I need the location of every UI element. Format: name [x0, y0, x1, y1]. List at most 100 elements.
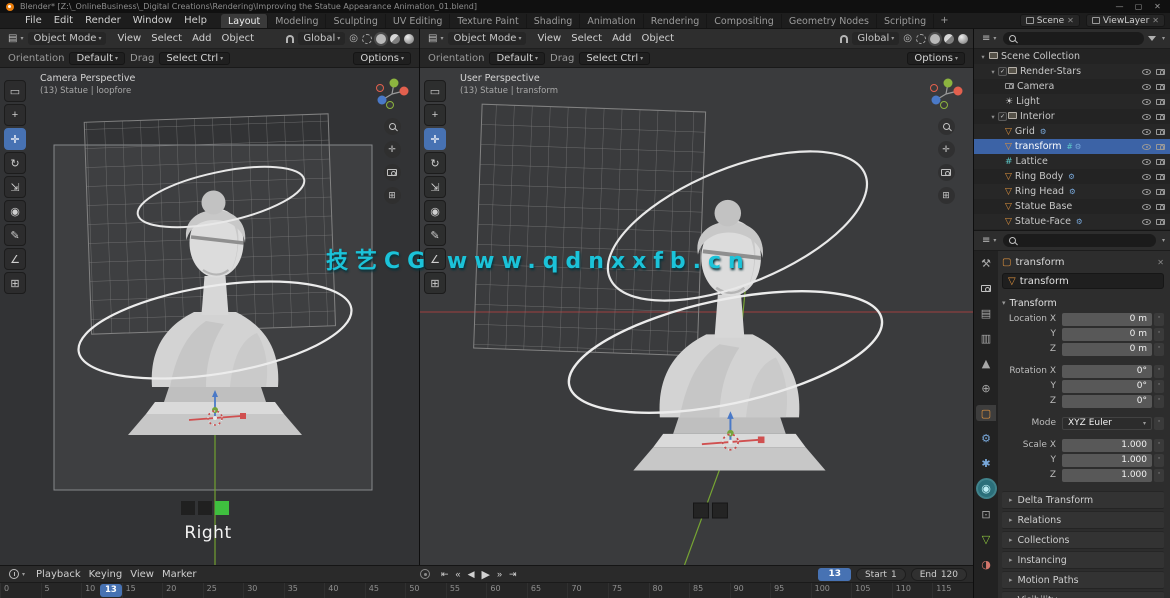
disclosure-icon[interactable]: ▾ [988, 113, 998, 121]
blender-menu-icon[interactable] [5, 16, 15, 26]
tab-particles[interactable]: ✱ [976, 455, 996, 471]
tool-button[interactable]: ✎ [4, 224, 26, 246]
animate-property-icon[interactable]: · [1154, 343, 1164, 356]
orientation-default-dropdown[interactable]: Default▾ [489, 52, 545, 65]
tool-button[interactable]: + [4, 104, 26, 126]
tool-button[interactable]: ✛ [4, 128, 26, 150]
collection-checkbox-icon[interactable]: ✓ [998, 112, 1007, 121]
menubar-item[interactable]: Window [127, 14, 178, 27]
frame-start-field[interactable]: Start1 [856, 568, 906, 581]
tab-data[interactable]: ▽ [976, 531, 996, 547]
animate-property-icon[interactable]: · [1154, 328, 1164, 341]
disable-render-icon[interactable] [1156, 129, 1165, 135]
viewport-menu[interactable]: View [112, 32, 146, 45]
workspace-tab[interactable]: Shading [527, 14, 581, 28]
hide-viewport-icon[interactable] [1142, 144, 1151, 150]
disable-render-icon[interactable] [1156, 174, 1165, 180]
tool-button[interactable]: ▭ [424, 80, 446, 102]
shading-wireframe-icon[interactable] [362, 34, 372, 44]
hide-viewport-icon[interactable] [1142, 189, 1151, 195]
timeline-menu[interactable]: View [126, 569, 158, 580]
tool-button[interactable]: ↻ [4, 152, 26, 174]
panel-section-header[interactable]: ▸ Instancing [1002, 551, 1164, 569]
outliner-row-statue-face[interactable]: ▽ Statue-Face ⚙ [974, 214, 1170, 229]
pan-view-icon[interactable]: ✛ [938, 141, 955, 158]
outliner-row-grid[interactable]: ▽ Grid ⚙ [974, 124, 1170, 139]
outliner-row-transform[interactable]: ▽ transform #⚙ [974, 139, 1170, 154]
viewport-menu[interactable]: Add [607, 32, 636, 45]
auto-keying-icon[interactable] [420, 569, 430, 579]
viewport-menu[interactable]: Select [146, 32, 187, 45]
shading-wireframe-icon[interactable] [916, 34, 926, 44]
proportional-edit-icon[interactable]: ◎ [903, 33, 912, 44]
value-field[interactable]: 1.000▾ [1062, 469, 1152, 482]
add-workspace-button[interactable]: + [934, 15, 954, 26]
tool-button[interactable]: ∠ [4, 248, 26, 270]
viewport-3d-canvas-left[interactable]: Camera Perspective (13) Statue | loopfor… [0, 68, 419, 565]
disable-render-icon[interactable] [1156, 99, 1165, 105]
animate-property-icon[interactable]: · [1154, 469, 1164, 482]
orientation-default-dropdown[interactable]: Default▾ [69, 52, 125, 65]
tool-button[interactable]: ⊞ [4, 272, 26, 294]
shading-material-icon[interactable] [390, 34, 400, 44]
filter-icon[interactable] [1148, 36, 1156, 41]
viewport-menu[interactable]: Object [216, 32, 259, 45]
zoom-icon[interactable] [938, 118, 955, 135]
shading-solid-icon[interactable] [930, 34, 940, 44]
hide-viewport-icon[interactable] [1142, 129, 1151, 135]
tool-button[interactable]: + [424, 104, 446, 126]
playhead[interactable]: 13 [100, 584, 122, 597]
timeline-menu[interactable]: Playback [32, 569, 85, 580]
close-button[interactable]: ✕ [1151, 2, 1164, 11]
tab-scene[interactable]: ▲ [976, 355, 996, 371]
hide-viewport-icon[interactable] [1142, 159, 1151, 165]
properties-search-input[interactable] [1003, 234, 1156, 247]
toggle-ortho-icon[interactable]: ⊞ [384, 187, 401, 204]
snap-magnet-icon[interactable] [840, 35, 848, 43]
collection-checkbox-icon[interactable]: ✓ [998, 67, 1007, 76]
options-dropdown[interactable]: Options▾ [907, 52, 965, 65]
play-reverse-button[interactable]: ◀ [466, 569, 477, 580]
editor-type-icon[interactable]: ▤▾ [5, 33, 26, 44]
tab-object[interactable]: ▢ [976, 405, 996, 421]
hide-viewport-icon[interactable] [1142, 219, 1151, 225]
hide-viewport-icon[interactable] [1142, 114, 1151, 120]
panel-section-header[interactable]: ▸ Visibility [1002, 591, 1164, 598]
minimize-button[interactable]: — [1113, 2, 1126, 11]
tool-button[interactable]: ↻ [424, 152, 446, 174]
disclosure-icon[interactable]: ▾ [988, 68, 998, 76]
disable-render-icon[interactable] [1156, 159, 1165, 165]
transform-panel-header[interactable]: ▾ Transform [1002, 295, 1164, 311]
outliner-row-interior[interactable]: ▾ ✓ Interior [974, 109, 1170, 124]
value-field[interactable]: 0°▾ [1062, 395, 1152, 408]
menubar-item[interactable]: File [19, 14, 48, 27]
properties-editor-icon[interactable]: ≡▾ [979, 235, 999, 246]
object-name-field[interactable]: ▽ transform [1002, 273, 1164, 289]
menubar-item[interactable]: Help [178, 14, 213, 27]
value-field[interactable]: 0 m▾ [1062, 313, 1152, 326]
outliner-row-camera[interactable]: Camera [974, 79, 1170, 94]
outliner-editor-icon[interactable]: ≡▾ [979, 33, 999, 44]
panel-section-header[interactable]: ▸ Delta Transform [1002, 491, 1164, 509]
tab-tool[interactable]: ⚒ [976, 255, 996, 271]
timeline-menu[interactable]: Marker [158, 569, 201, 580]
outliner-row-ring-body[interactable]: ▽ Ring Body ⚙ [974, 169, 1170, 184]
tab-constraints[interactable]: ⊡ [976, 506, 996, 522]
value-field[interactable]: 0°▾ [1062, 380, 1152, 393]
jump-to-start-button[interactable]: ⇤ [439, 569, 451, 580]
previous-keyframe-button[interactable]: « [454, 569, 463, 579]
value-field[interactable]: 0°▾ [1062, 365, 1152, 378]
disable-render-icon[interactable] [1156, 189, 1165, 195]
value-field[interactable]: 0 m▾ [1062, 328, 1152, 341]
workspace-tab[interactable]: Scripting [877, 14, 934, 28]
disable-render-icon[interactable] [1156, 84, 1165, 90]
hide-viewport-icon[interactable] [1142, 84, 1151, 90]
pan-view-icon[interactable]: ✛ [384, 141, 401, 158]
tool-button[interactable]: ◉ [4, 200, 26, 222]
tool-button[interactable]: ⊞ [424, 272, 446, 294]
tool-button[interactable]: ✛ [424, 128, 446, 150]
value-field[interactable]: 1.000▾ [1062, 454, 1152, 467]
shading-solid-icon[interactable] [376, 34, 386, 44]
options-dropdown[interactable]: Options▾ [353, 52, 411, 65]
viewport-menu[interactable]: Select [566, 32, 607, 45]
